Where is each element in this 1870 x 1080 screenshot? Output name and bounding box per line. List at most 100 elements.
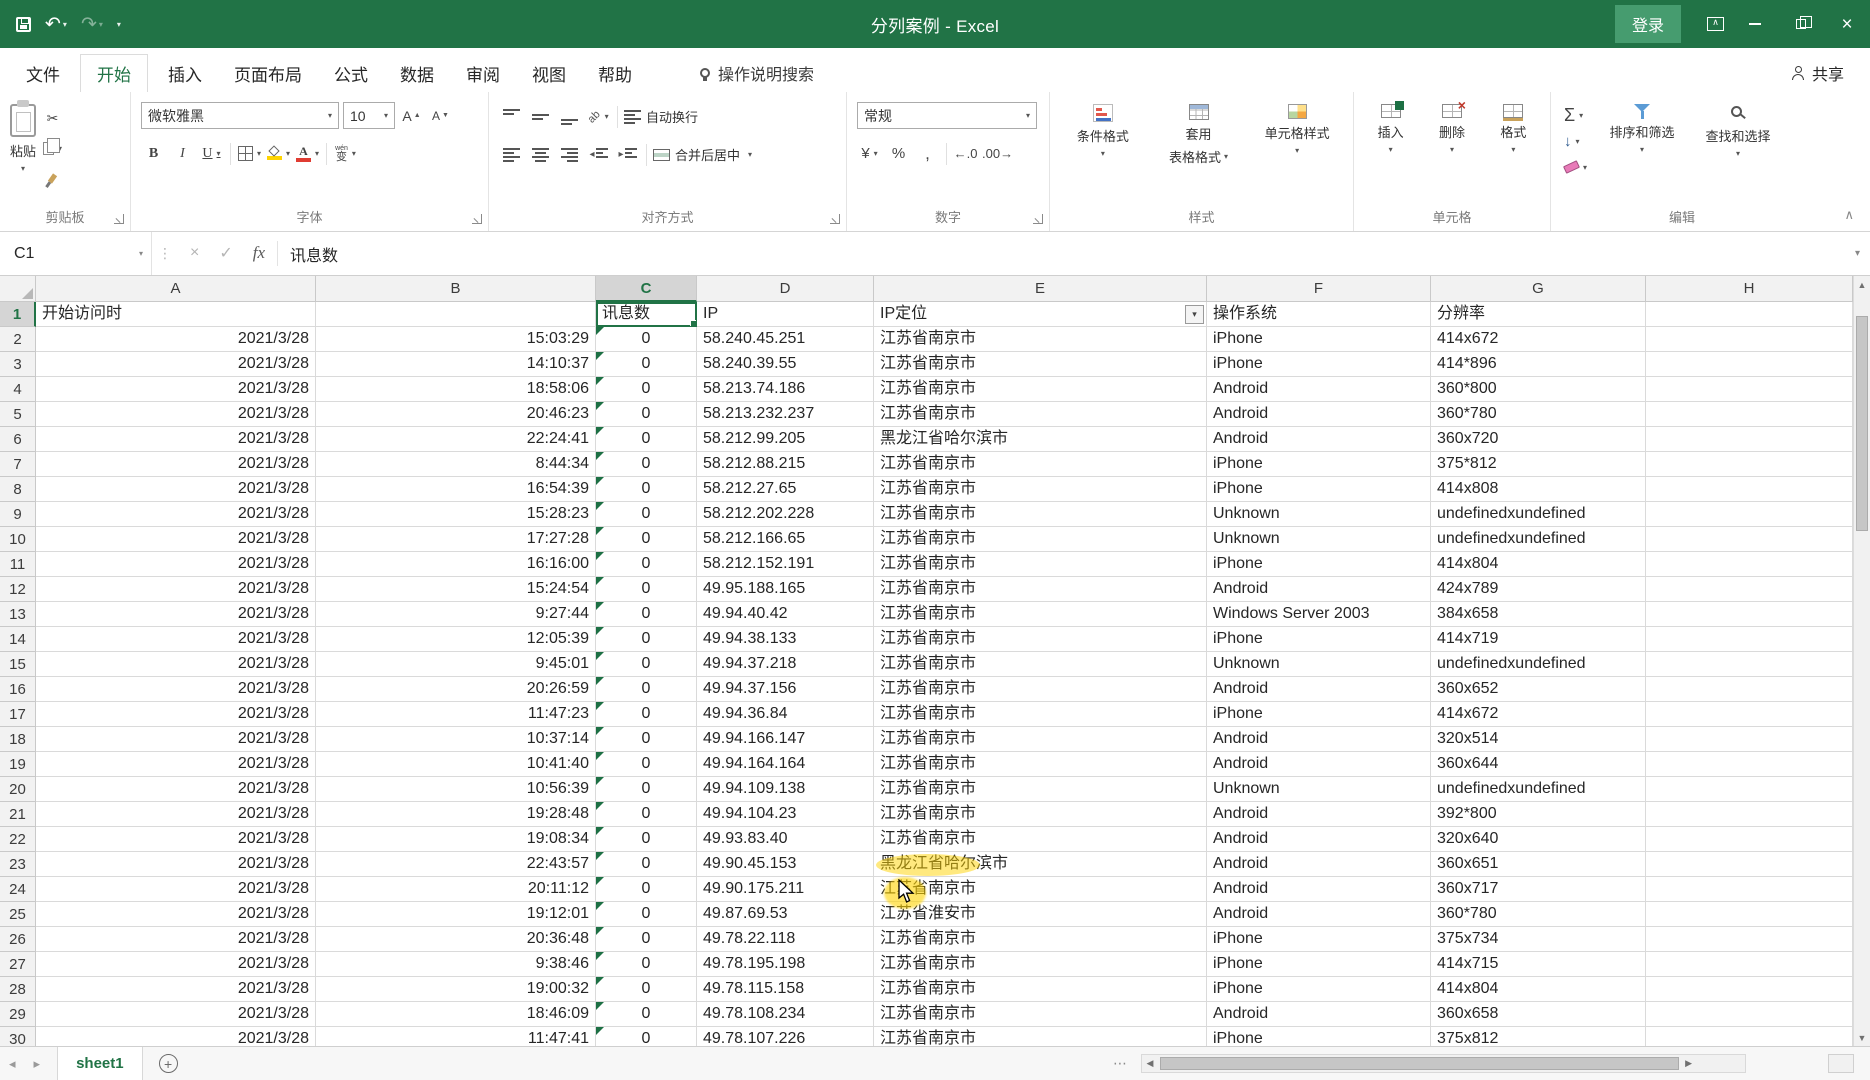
cell-E18[interactable]: 江苏省南京市 (874, 727, 1207, 752)
cell-B23[interactable]: 22:43:57 (316, 852, 596, 877)
minimize-button[interactable] (1732, 0, 1778, 48)
cell-F24[interactable]: Android (1207, 877, 1431, 902)
decrease-decimal-button[interactable]: .00→ (982, 141, 1013, 166)
tab-help[interactable]: 帮助 (586, 55, 644, 92)
cell-B17[interactable]: 11:47:23 (316, 702, 596, 727)
font-color-button[interactable]: A▾ (295, 141, 320, 166)
cell-E3[interactable]: 江苏省南京市 (874, 352, 1207, 377)
cell-D25[interactable]: 49.87.69.53 (697, 902, 874, 927)
chevron-down-icon[interactable]: ▾ (63, 20, 67, 29)
cell-C22[interactable]: 0 (596, 827, 697, 852)
cell-H13[interactable] (1646, 602, 1853, 627)
cell-H24[interactable] (1646, 877, 1853, 902)
cell-G13[interactable]: 384x658 (1431, 602, 1646, 627)
increase-font-size-button[interactable]: A▲ (399, 103, 424, 128)
cell-F13[interactable]: Windows Server 2003 (1207, 602, 1431, 627)
column-header-C[interactable]: C (596, 276, 697, 302)
cell-A15[interactable]: 2021/3/28 (36, 652, 316, 677)
row-header-3[interactable]: 3 (0, 352, 36, 377)
cell-D8[interactable]: 58.212.27.65 (697, 477, 874, 502)
cell-E12[interactable]: 江苏省南京市 (874, 577, 1207, 602)
row-header-7[interactable]: 7 (0, 452, 36, 477)
cell-F15[interactable]: Unknown (1207, 652, 1431, 677)
row-header-28[interactable]: 28 (0, 977, 36, 1002)
row-header-30[interactable]: 30 (0, 1027, 36, 1046)
cell-B29[interactable]: 18:46:09 (316, 1002, 596, 1027)
tab-view[interactable]: 视图 (520, 55, 578, 92)
cell-H10[interactable] (1646, 527, 1853, 552)
cell-E26[interactable]: 江苏省南京市 (874, 927, 1207, 952)
cell-D10[interactable]: 58.212.166.65 (697, 527, 874, 552)
cell-F1[interactable]: 操作系统 (1207, 302, 1431, 327)
cell-A9[interactable]: 2021/3/28 (36, 502, 316, 527)
cell-C28[interactable]: 0 (596, 977, 697, 1002)
cell-A18[interactable]: 2021/3/28 (36, 727, 316, 752)
cell-G12[interactable]: 424x789 (1431, 577, 1646, 602)
cell-G11[interactable]: 414x804 (1431, 552, 1646, 577)
number-format-combo[interactable]: 常规 ▾ (857, 102, 1037, 129)
cell-F12[interactable]: Android (1207, 577, 1431, 602)
tab-file[interactable]: 文件 (14, 55, 72, 92)
row-header-9[interactable]: 9 (0, 502, 36, 527)
cell-A23[interactable]: 2021/3/28 (36, 852, 316, 877)
login-button[interactable]: 登录 (1615, 5, 1681, 43)
sort-filter-button[interactable]: 排序和筛选 ▾ (1598, 96, 1686, 154)
cell-B5[interactable]: 20:46:23 (316, 402, 596, 427)
row-header-2[interactable]: 2 (0, 327, 36, 352)
cell-G1[interactable]: 分辨率 (1431, 302, 1646, 327)
cell-H11[interactable] (1646, 552, 1853, 577)
cell-D5[interactable]: 58.213.232.237 (697, 402, 874, 427)
autosum-button[interactable]: Σ▾ (1561, 104, 1590, 126)
cell-F18[interactable]: Android (1207, 727, 1431, 752)
comma-style-button[interactable]: , (915, 141, 940, 166)
cancel-icon[interactable]: × (190, 244, 199, 262)
cell-A17[interactable]: 2021/3/28 (36, 702, 316, 727)
cell-C13[interactable]: 0 (596, 602, 697, 627)
cell-E19[interactable]: 江苏省南京市 (874, 752, 1207, 777)
cell-F9[interactable]: Unknown (1207, 502, 1431, 527)
cell-E10[interactable]: 江苏省南京市 (874, 527, 1207, 552)
cell-B16[interactable]: 20:26:59 (316, 677, 596, 702)
tell-me-search[interactable]: 操作说明搜索 (700, 61, 814, 85)
cell-C17[interactable]: 0 (596, 702, 697, 727)
column-header-B[interactable]: B (316, 276, 596, 302)
alignment-dialog-launcher[interactable] (830, 214, 840, 224)
center-button[interactable] (528, 142, 553, 167)
cell-H6[interactable] (1646, 427, 1853, 452)
cell-D17[interactable]: 49.94.36.84 (697, 702, 874, 727)
cell-G28[interactable]: 414x804 (1431, 977, 1646, 1002)
cell-E17[interactable]: 江苏省南京市 (874, 702, 1207, 727)
format-painter-button[interactable] (40, 166, 65, 191)
cell-B10[interactable]: 17:27:28 (316, 527, 596, 552)
scroll-right-icon[interactable]: ▶ (1681, 1058, 1697, 1069)
column-header-A[interactable]: A (36, 276, 316, 302)
cell-D14[interactable]: 49.94.38.133 (697, 627, 874, 652)
cell-B20[interactable]: 10:56:39 (316, 777, 596, 802)
cell-A16[interactable]: 2021/3/28 (36, 677, 316, 702)
cell-A24[interactable]: 2021/3/28 (36, 877, 316, 902)
cell-F17[interactable]: iPhone (1207, 702, 1431, 727)
cell-F27[interactable]: iPhone (1207, 952, 1431, 977)
formula-content[interactable]: 讯息数 (278, 242, 1855, 266)
cell-F14[interactable]: iPhone (1207, 627, 1431, 652)
cell-B4[interactable]: 18:58:06 (316, 377, 596, 402)
cell-C24[interactable]: 0 (596, 877, 697, 902)
filter-dropdown-button[interactable]: ▾ (1185, 305, 1204, 324)
cell-C19[interactable]: 0 (596, 752, 697, 777)
cell-G17[interactable]: 414x672 (1431, 702, 1646, 727)
expand-formula-bar-icon[interactable]: ▾ (1855, 248, 1870, 259)
cell-G14[interactable]: 414x719 (1431, 627, 1646, 652)
find-select-button[interactable]: 查找和选择 ▾ (1694, 96, 1782, 158)
cell-H18[interactable] (1646, 727, 1853, 752)
cell-A30[interactable]: 2021/3/28 (36, 1027, 316, 1046)
cell-G23[interactable]: 360x651 (1431, 852, 1646, 877)
row-header-11[interactable]: 11 (0, 552, 36, 577)
column-header-H[interactable]: H (1646, 276, 1853, 302)
top-align-button[interactable] (499, 104, 524, 129)
restore-button[interactable] (1778, 0, 1824, 48)
cell-A28[interactable]: 2021/3/28 (36, 977, 316, 1002)
cell-B19[interactable]: 10:41:40 (316, 752, 596, 777)
cell-A20[interactable]: 2021/3/28 (36, 777, 316, 802)
cell-A27[interactable]: 2021/3/28 (36, 952, 316, 977)
row-header-17[interactable]: 17 (0, 702, 36, 727)
